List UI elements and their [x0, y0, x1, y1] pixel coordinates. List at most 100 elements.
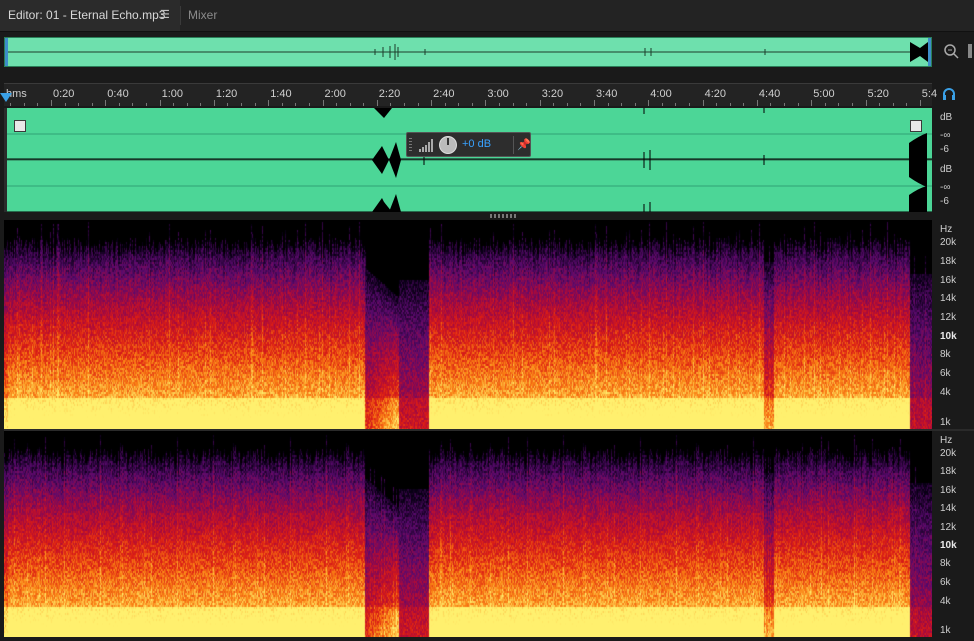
ruler-minor-tick [390, 103, 392, 106]
ruler-label: 5:00 [813, 88, 835, 100]
db-label: -6 [940, 144, 949, 155]
ruler-minor-tick [675, 103, 677, 106]
ruler-label: 1:40 [270, 88, 292, 100]
ruler-minor-tick [173, 103, 175, 106]
ruler-tick [648, 100, 650, 106]
ruler-minor-tick [566, 103, 568, 106]
pin-icon[interactable]: 📌 [517, 138, 531, 151]
hz-label: 8k [940, 349, 951, 360]
hud-grip[interactable] [409, 138, 412, 152]
ruler-tick [811, 100, 813, 106]
ruler-minor-tick [784, 103, 786, 106]
overview-navigator[interactable] [4, 37, 932, 67]
ruler-minor-tick [23, 103, 25, 106]
hz-label: 14k [940, 502, 957, 514]
ruler-tick [431, 100, 433, 106]
ruler-minor-tick [553, 103, 555, 106]
ruler-minor-tick [661, 103, 663, 106]
ruler-tick [594, 100, 595, 106]
volume-hud: +0 dB 📌 [406, 132, 531, 157]
ruler-minor-tick [838, 103, 840, 106]
ruler-minor-tick [621, 103, 623, 106]
ruler-minor-tick [10, 103, 12, 106]
volume-value[interactable]: +0 dB [462, 138, 491, 150]
ruler-tick [105, 100, 107, 106]
hz-label: 6k [940, 576, 951, 588]
ruler-tick [213, 100, 215, 106]
ruler-minor-tick [186, 103, 188, 106]
ruler-tick [865, 100, 867, 106]
fade-out-handle[interactable] [910, 120, 922, 132]
hz-label: 4k [940, 595, 951, 607]
ruler-minor-tick [349, 103, 351, 106]
ruler-minor-tick [200, 103, 202, 106]
ruler-tick [485, 100, 487, 106]
ruler-minor-tick [526, 103, 528, 106]
hz-label: 18k [940, 256, 957, 267]
ruler-label: 5:20 [867, 88, 889, 100]
ruler-minor-tick [254, 103, 256, 106]
time-ruler[interactable]: hms 0:20 0:40 1:00 1:20 1:40 2:00 2:20 2:40 3:00… [4, 83, 937, 106]
ruler-minor-tick [78, 103, 80, 106]
overview-right-handle[interactable] [928, 38, 931, 66]
ruler-minor-tick [729, 103, 731, 106]
ruler-label: 1:00 [161, 88, 184, 100]
ruler-minor-tick [37, 103, 39, 106]
ruler-minor-tick [743, 103, 745, 106]
ruler-tick [919, 100, 921, 106]
ruler-label: 0:40 [107, 88, 129, 100]
tab-mixer-label: Mixer [188, 8, 218, 22]
ruler-tick [756, 100, 758, 106]
hz-label: 4k [940, 387, 951, 398]
ruler-minor-tick [295, 103, 297, 106]
ruler-minor-tick [281, 103, 283, 106]
db-label: -∞ [940, 182, 951, 193]
ruler-minor-tick [770, 103, 772, 106]
ruler-label: 2:40 [433, 88, 455, 100]
ruler-label: 2:20 [378, 88, 401, 100]
hz-label: 12k [940, 312, 957, 323]
playhead-marker[interactable] [0, 93, 12, 102]
ruler-tick [268, 100, 270, 106]
zoom-icon[interactable] [942, 42, 960, 60]
ruler-minor-tick [512, 103, 514, 106]
ruler-minor-tick [308, 103, 310, 106]
panel-edge [968, 44, 972, 58]
panel-resize-grip[interactable] [490, 214, 516, 218]
volume-knob[interactable] [439, 136, 457, 154]
level-meter-icon [419, 139, 433, 152]
db-label: dB [940, 112, 953, 123]
tab-mixer[interactable]: Mixer [180, 0, 225, 31]
ruler-minor-tick [716, 103, 718, 106]
ruler-minor-tick [132, 103, 134, 106]
db-label: -6 [940, 196, 949, 207]
ruler-tick [322, 100, 324, 106]
spectrogram-canvas [4, 431, 932, 637]
fade-in-handle[interactable] [14, 120, 26, 132]
spectrogram-channel-1[interactable] [4, 220, 932, 429]
tab-editor[interactable]: Editor: 01 - Eternal Echo.mp3 [0, 0, 180, 31]
db-label: -∞ [940, 130, 951, 141]
ruler-label: 2:00 [324, 88, 346, 100]
ruler-label: 3:20 [541, 88, 564, 100]
hz-label: 1k [940, 625, 951, 637]
tab-menu-icon[interactable]: ☰ [160, 0, 170, 31]
hz-label: 8k [940, 558, 951, 570]
ruler-tick [51, 100, 52, 106]
hz-label: 14k [940, 293, 957, 304]
ruler-minor-tick [336, 103, 338, 106]
hz-label: 20k [940, 237, 957, 248]
ruler-tick [376, 100, 378, 106]
hz-label: 16k [940, 485, 957, 497]
ruler-minor-tick [118, 103, 120, 106]
headphones-icon[interactable] [942, 87, 956, 101]
ruler-minor-tick [458, 103, 460, 106]
waveform-display[interactable] [4, 108, 932, 212]
overview-waveform [8, 42, 928, 62]
ruler-label: 4:40 [758, 88, 781, 100]
hz-scale-channel-2: Hz 20k 18k 16k 14k 12k 10k 8k 6k 4k 1k [934, 431, 974, 637]
hz-label: 10k [940, 331, 957, 342]
waveform-channels [4, 108, 932, 212]
spectrogram-channel-2[interactable] [4, 431, 932, 637]
db-scale: dB -∞ -6 dB -∞ -6 [934, 108, 974, 212]
